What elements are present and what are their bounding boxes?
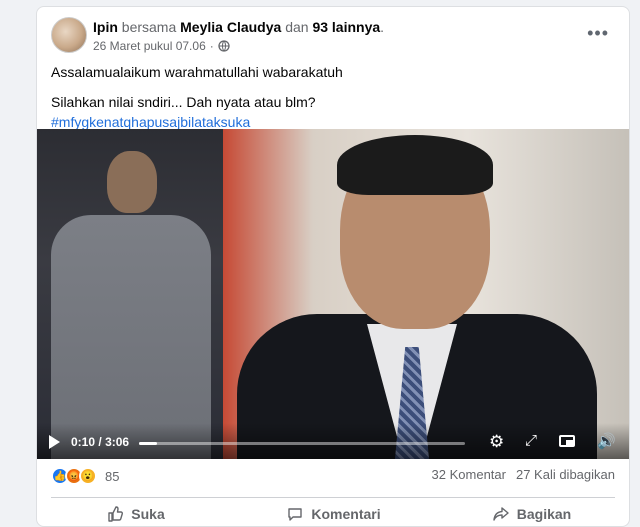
settings-gear-icon[interactable]: ⚙ bbox=[489, 432, 504, 452]
post-meta: 26 Maret pukul 07.06 · bbox=[93, 39, 230, 53]
comment-button[interactable]: Komentari bbox=[235, 501, 433, 526]
post-text: Assalamualaikum warahmatullahi wabarakat… bbox=[51, 63, 615, 131]
and-text: dan bbox=[285, 19, 309, 35]
officer-figure-head bbox=[107, 151, 157, 213]
video-controls: 0:10 / 3:06 ⚙ ⤢ 🔊 bbox=[37, 423, 629, 459]
meta-separator: · bbox=[209, 39, 214, 53]
more-options-icon[interactable]: ••• bbox=[587, 23, 609, 44]
fullscreen-icon[interactable]: ⤢ bbox=[525, 432, 537, 449]
globe-icon bbox=[218, 40, 230, 52]
post-header: Ipin bersama Meylia Claudya dan 93 lainn… bbox=[51, 17, 615, 57]
post-line-1: Assalamualaikum warahmatullahi wabarakat… bbox=[51, 64, 343, 80]
others-link[interactable]: 93 lainnya bbox=[312, 19, 380, 35]
comment-label: Komentari bbox=[311, 506, 381, 522]
tagged-name[interactable]: Meylia Claudya bbox=[180, 19, 281, 35]
comment-count[interactable]: 32 Komentar bbox=[432, 467, 506, 482]
speaker-hair bbox=[337, 135, 493, 195]
video-time: 0:10 / 3:06 bbox=[71, 435, 129, 449]
engagement-counts: 32 Komentar 27 Kali dibagikan bbox=[432, 467, 615, 482]
timestamp[interactable]: 26 Maret pukul 07.06 bbox=[93, 39, 206, 53]
avatar[interactable] bbox=[51, 17, 87, 53]
post-attribution: Ipin bersama Meylia Claudya dan 93 lainn… bbox=[93, 19, 384, 35]
video-player[interactable]: 0:10 / 3:06 ⚙ ⤢ 🔊 bbox=[37, 129, 629, 459]
picture-in-picture-icon[interactable] bbox=[559, 435, 575, 447]
video-progress-bar[interactable] bbox=[139, 442, 465, 445]
share-arrow-icon bbox=[493, 507, 509, 521]
post-card: Ipin bersama Meylia Claudya dan 93 lainn… bbox=[36, 6, 630, 527]
period-text: . bbox=[380, 19, 385, 35]
post-line-2: Silahkan nilai sndiri... Dah nyata atau … bbox=[51, 94, 316, 110]
time-separator: / bbox=[98, 435, 102, 449]
like-button[interactable]: Suka bbox=[37, 501, 235, 526]
video-progress-fill bbox=[139, 442, 157, 445]
reaction-count[interactable]: 85 bbox=[105, 469, 119, 484]
duration: 3:06 bbox=[105, 435, 130, 449]
author-name[interactable]: Ipin bbox=[93, 19, 118, 35]
post-stats: 👍 😡 😮 85 32 Komentar 27 Kali dibagikan bbox=[51, 467, 615, 487]
comment-bubble-icon bbox=[288, 508, 303, 521]
thumbs-up-icon bbox=[108, 506, 124, 522]
with-text: bersama bbox=[121, 19, 177, 35]
share-count[interactable]: 27 Kali dibagikan bbox=[516, 467, 615, 482]
video-left-panel bbox=[37, 129, 223, 459]
volume-icon[interactable]: 🔊 bbox=[597, 432, 616, 450]
current-time: 0:10 bbox=[71, 435, 96, 449]
wow-reaction-icon: 😮 bbox=[79, 467, 97, 485]
post-actions: Suka Komentari Bagikan bbox=[37, 501, 629, 526]
like-label: Suka bbox=[131, 506, 165, 522]
divider bbox=[51, 497, 615, 498]
share-label: Bagikan bbox=[516, 506, 572, 522]
share-button[interactable]: Bagikan bbox=[433, 501, 629, 526]
reactions[interactable]: 👍 😡 😮 85 bbox=[51, 467, 119, 485]
play-icon[interactable] bbox=[49, 435, 60, 449]
